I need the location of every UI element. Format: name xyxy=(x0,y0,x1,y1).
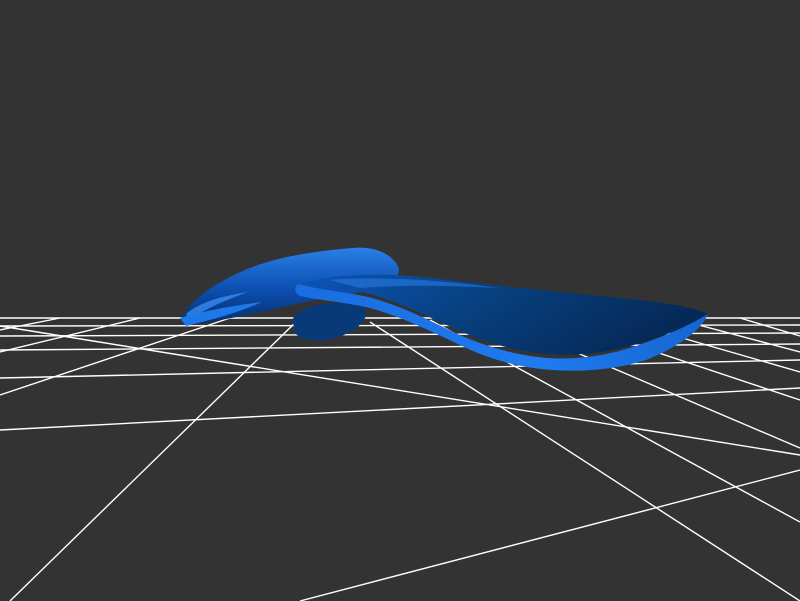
3d-viewport[interactable] xyxy=(0,0,800,601)
blue-3d-model[interactable] xyxy=(180,247,708,371)
grid-line xyxy=(9,317,301,601)
ground-grid xyxy=(0,317,800,601)
grid-line xyxy=(0,317,231,396)
grid-line xyxy=(0,387,800,431)
grid-line xyxy=(0,317,61,331)
grid-line xyxy=(0,359,800,379)
3d-scene-canvas[interactable] xyxy=(0,0,800,601)
grid-line xyxy=(299,469,800,601)
